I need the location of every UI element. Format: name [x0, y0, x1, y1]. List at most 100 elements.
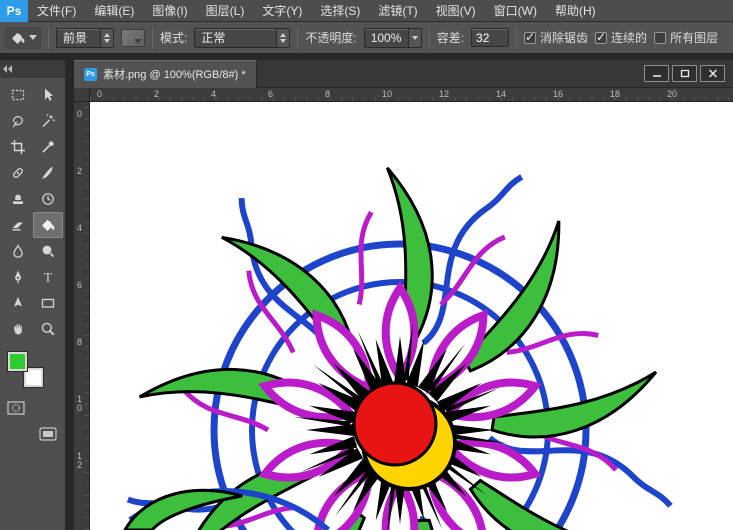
menu-window[interactable]: 窗口(W): [485, 0, 546, 22]
close-icon: [708, 69, 718, 78]
ruler-tick: 6: [268, 89, 273, 99]
menu-view[interactable]: 视图(V): [427, 0, 485, 22]
spot-healing-brush-tool[interactable]: [3, 160, 33, 186]
opacity-label: 不透明度:: [305, 29, 356, 46]
menu-edit[interactable]: 编辑(E): [85, 0, 143, 22]
zoom-icon: [40, 321, 56, 337]
ruler-corner: [74, 88, 90, 102]
dodge-tool[interactable]: [33, 238, 63, 264]
paint-bucket-tool[interactable]: [33, 212, 63, 238]
divider: [516, 27, 517, 49]
fill-source-value: 前景: [57, 29, 100, 46]
all-layers-checkbox-group[interactable]: 所有图层: [654, 29, 718, 46]
eraser-icon: [10, 217, 26, 233]
fill-source-select[interactable]: 前景: [56, 28, 114, 48]
rectangle-icon: [40, 295, 56, 311]
hand-tool[interactable]: [3, 316, 33, 342]
chevron-down-icon: [408, 29, 421, 47]
type-icon: T: [40, 269, 56, 285]
blur-icon: [10, 243, 26, 259]
divider: [48, 27, 49, 49]
crop-tool[interactable]: [3, 134, 33, 160]
contiguous-checkbox-group[interactable]: 连续的: [595, 29, 647, 46]
maximize-button[interactable]: [672, 65, 697, 82]
minimize-icon: [652, 69, 662, 78]
photoshop-logo: Ps: [0, 0, 28, 22]
menu-help[interactable]: 帮助(H): [546, 0, 605, 22]
magic-wand-tool[interactable]: [33, 108, 63, 134]
ruler-tick: 20: [667, 89, 677, 99]
color-swatches: [6, 350, 65, 394]
tool-buttons: T: [0, 78, 65, 342]
pattern-picker[interactable]: [121, 29, 145, 47]
move-tool[interactable]: [33, 82, 63, 108]
ruler-tick: 10: [77, 395, 86, 413]
hand-icon: [10, 321, 26, 337]
all-layers-checkbox[interactable]: [654, 32, 666, 44]
canvas[interactable]: [90, 102, 733, 530]
ruler-tick: 4: [77, 224, 86, 233]
mode-select[interactable]: 正常: [194, 28, 290, 48]
quick-mask-icon: [7, 401, 25, 415]
opacity-value: 100%: [365, 31, 408, 45]
type-tool[interactable]: T: [33, 264, 63, 290]
horizontal-ruler[interactable]: 0 2 4 6 8 10 12 14 16 18 20: [90, 88, 733, 102]
paint-bucket-icon: [9, 30, 27, 46]
tolerance-input[interactable]: 32: [471, 28, 509, 47]
ruler-tick: 0: [97, 89, 102, 99]
ruler-tick: 6: [77, 281, 86, 290]
menu-filter[interactable]: 滤镜(T): [369, 0, 426, 22]
window-controls: [644, 65, 733, 82]
opacity-select[interactable]: 100%: [364, 28, 422, 48]
rectangle-shape-tool[interactable]: [33, 290, 63, 316]
screen-mode-button[interactable]: [36, 424, 60, 444]
ruler-tick: 8: [77, 338, 86, 347]
blur-tool[interactable]: [3, 238, 33, 264]
contiguous-checkbox[interactable]: [595, 32, 607, 44]
menu-type[interactable]: 文字(Y): [253, 0, 311, 22]
vertical-ruler[interactable]: 0 2 4 6 8 10 12: [74, 102, 90, 530]
all-layers-label: 所有图层: [670, 29, 718, 46]
anti-alias-checkbox[interactable]: [524, 32, 536, 44]
tools-panel-header[interactable]: [0, 60, 65, 78]
tool-preset-picker[interactable]: [5, 27, 41, 49]
anti-alias-checkbox-group[interactable]: 消除锯齿: [524, 29, 588, 46]
path-selection-tool[interactable]: [3, 290, 33, 316]
svg-text:T: T: [44, 270, 52, 285]
tool-options-bar: 前景 模式: 正常 不透明度: 100% 容差: 32 消除锯齿 连续的 所有图…: [0, 22, 733, 54]
screen-mode-icon: [39, 427, 57, 441]
red-center: [354, 383, 436, 465]
history-brush-icon: [40, 191, 56, 207]
chevron-down-icon: [29, 35, 37, 40]
path-selection-icon: [10, 295, 26, 311]
pen-tool[interactable]: [3, 264, 33, 290]
document-tab-bar: Ps 素材.png @ 100%(RGB/8#) *: [74, 60, 733, 88]
menu-layer[interactable]: 图层(L): [197, 0, 254, 22]
ruler-tick: 0: [77, 110, 86, 119]
brush-tool[interactable]: [33, 160, 63, 186]
document-title: 素材.png @ 100%(RGB/8#) *: [103, 66, 246, 82]
quick-mask-button[interactable]: [4, 398, 28, 418]
minimize-button[interactable]: [644, 65, 669, 82]
document-tab[interactable]: Ps 素材.png @ 100%(RGB/8#) *: [74, 60, 257, 88]
lasso-tool[interactable]: [3, 108, 33, 134]
foreground-color-swatch[interactable]: [8, 352, 27, 371]
panel-footer-icons: [0, 398, 65, 444]
crop-icon: [10, 139, 26, 155]
file-thumbnail-icon: Ps: [84, 68, 97, 81]
rectangular-marquee-tool[interactable]: [3, 82, 33, 108]
tolerance-label: 容差:: [437, 29, 464, 46]
menu-file[interactable]: 文件(F): [28, 0, 85, 22]
eyedropper-tool[interactable]: [33, 134, 63, 160]
menu-select[interactable]: 选择(S): [311, 0, 369, 22]
collapse-panel-icon: [3, 65, 12, 73]
eraser-tool[interactable]: [3, 212, 33, 238]
clone-stamp-tool[interactable]: [3, 186, 33, 212]
close-button[interactable]: [700, 65, 725, 82]
menu-image[interactable]: 图像(I): [143, 0, 196, 22]
zoom-tool[interactable]: [33, 316, 63, 342]
move-icon: [40, 87, 56, 103]
chevron-down-icon: [134, 39, 142, 44]
history-brush-tool[interactable]: [33, 186, 63, 212]
tools-panel: T: [0, 60, 66, 530]
